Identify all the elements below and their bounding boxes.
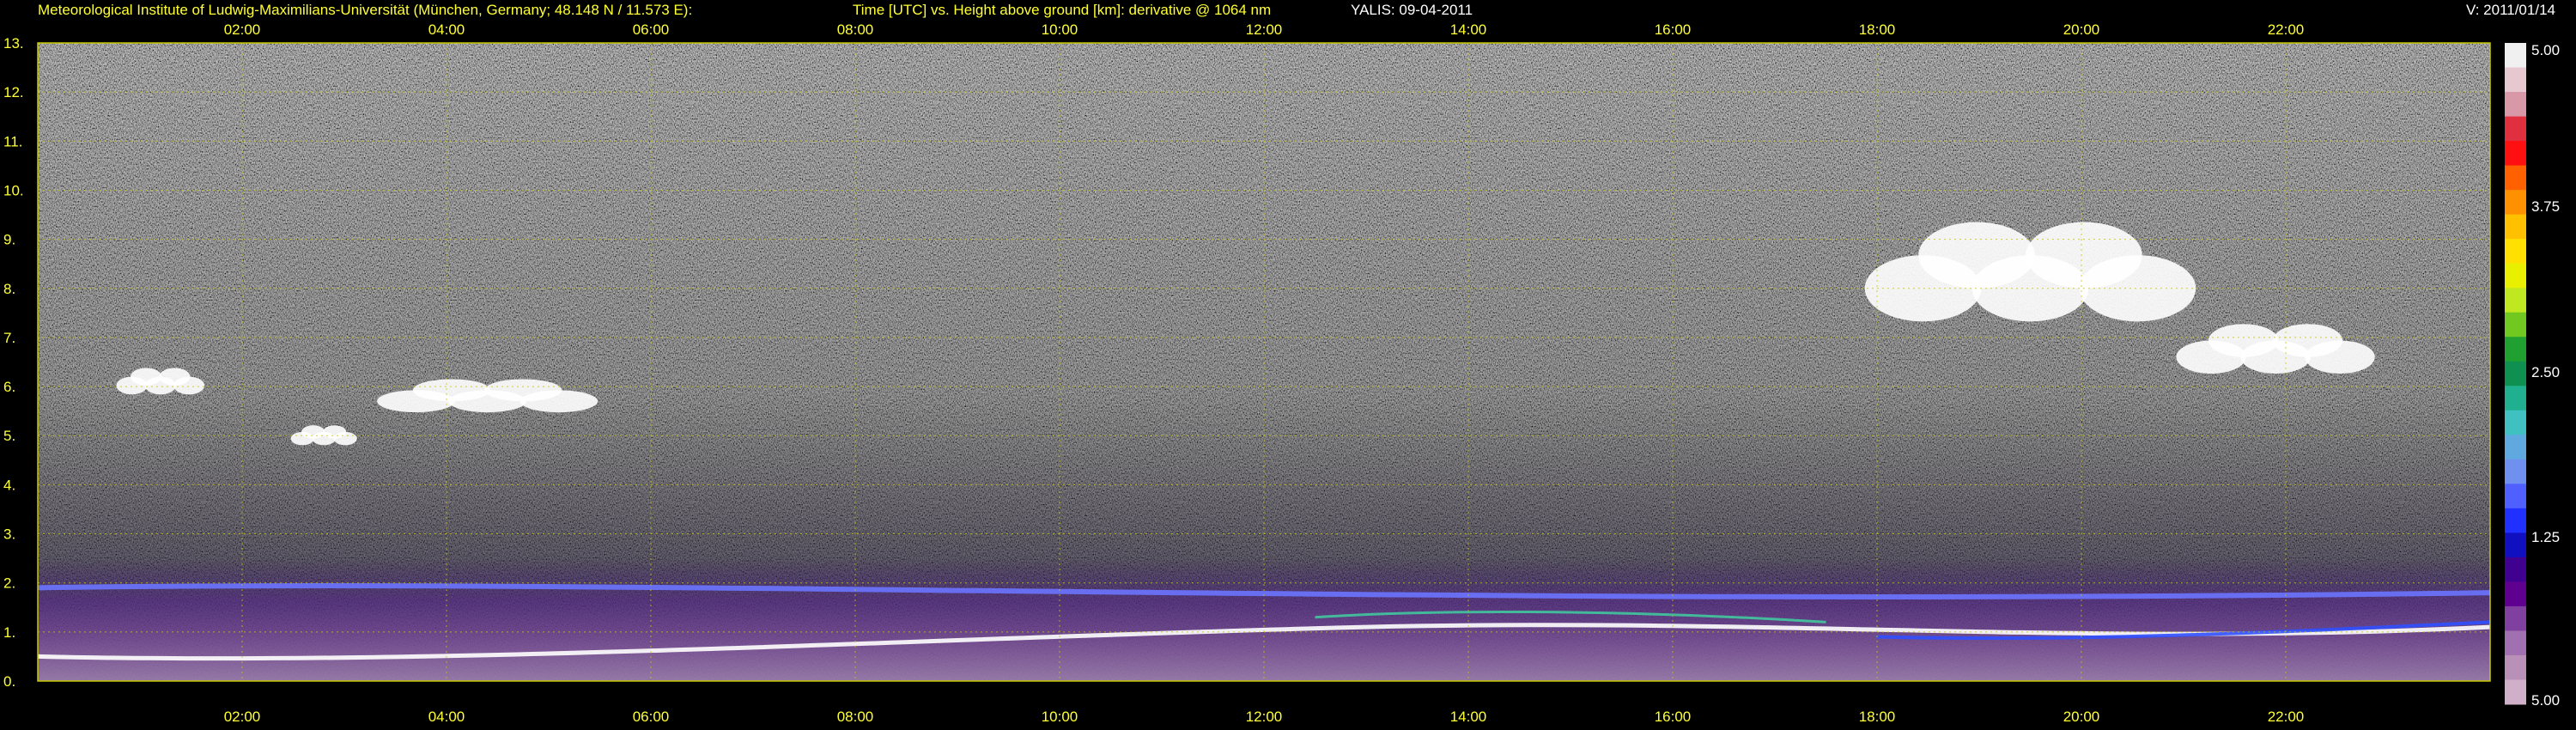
colorbar-segment [2505, 679, 2526, 705]
y-tick-label: 12. [3, 84, 24, 100]
colorbar-segment [2505, 312, 2526, 338]
x-tick-label-top: 20:00 [2063, 21, 2100, 38]
colorbar-segment [2505, 484, 2526, 509]
colorbar-segment [2505, 190, 2526, 216]
colorbar-segment [2505, 165, 2526, 191]
y-tick-label: 10. [3, 182, 24, 198]
x-tick-label-top: 16:00 [1655, 21, 1692, 38]
colorbar-segment [2505, 459, 2526, 484]
colorbar-segment [2505, 141, 2526, 167]
y-tick-label: 13. [3, 35, 24, 52]
colorbar-segment [2505, 581, 2526, 607]
x-tick-label-top: 14:00 [1450, 21, 1487, 38]
x-tick-label-bottom: 22:00 [2268, 709, 2305, 725]
y-tick-label: 0. [3, 673, 15, 690]
x-tick-label-bottom: 18:00 [1859, 709, 1896, 725]
colorbar-segment [2505, 532, 2526, 558]
colorbar-segment [2505, 43, 2526, 69]
colorbar-tick-label: 2.50 [2531, 364, 2560, 380]
colorbar-tick-label: 5.00 [2531, 692, 2560, 709]
colorbar-segment [2505, 508, 2526, 533]
colorbar-segment [2505, 288, 2526, 313]
x-tick-label-top: 10:00 [1042, 21, 1078, 38]
y-tick-label: 1. [3, 624, 15, 641]
cloud-blob [333, 431, 357, 446]
colorbar-segment [2505, 654, 2526, 680]
colorbar-tick-label: 1.25 [2531, 529, 2560, 545]
colorbar-segment [2505, 435, 2526, 460]
x-tick-label-top: 18:00 [1859, 21, 1896, 38]
y-tick-label: 8. [3, 281, 15, 297]
colorbar-segment [2505, 92, 2526, 118]
y-tick-label: 4. [3, 477, 15, 493]
y-tick-label: 3. [3, 526, 15, 543]
x-tick-label-bottom: 04:00 [428, 709, 465, 725]
x-tick-label-top: 04:00 [428, 21, 465, 38]
x-tick-label-top: 08:00 [837, 21, 874, 38]
x-tick-label-bottom: 16:00 [1655, 709, 1692, 725]
x-tick-label-bottom: 12:00 [1246, 709, 1283, 725]
colorbar-tick-label: 3.75 [2531, 198, 2560, 215]
colorbar-segment [2505, 386, 2526, 411]
y-tick-label: 7. [3, 330, 15, 346]
colorbar-segment [2505, 239, 2526, 265]
y-tick-label: 2. [3, 575, 15, 592]
colorbar-segment [2505, 116, 2526, 142]
x-tick-label-top: 02:00 [224, 21, 261, 38]
x-tick-label-bottom: 08:00 [837, 709, 874, 725]
y-tick-label: 5. [3, 428, 15, 444]
y-tick-label: 6. [3, 379, 15, 395]
x-tick-label-bottom: 20:00 [2063, 709, 2100, 725]
colorbar-segment [2505, 605, 2526, 631]
cloud-blob [173, 376, 205, 395]
lidar-chart: 02:00 04:00 06:00 08:00 10:00 12:00 14:00 16:00… [3, 21, 2560, 725]
x-tick-label-bottom: 14:00 [1450, 709, 1487, 725]
cloud-blob [519, 390, 598, 413]
colorbar-segment [2505, 557, 2526, 582]
colorbar-segment [2505, 263, 2526, 289]
colorbar-segment [2505, 67, 2526, 93]
x-tick-label-bottom: 02:00 [224, 709, 261, 725]
x-tick-label-top: 12:00 [1246, 21, 1283, 38]
x-tick-label-top: 06:00 [633, 21, 670, 38]
y-tick-label: 11. [3, 133, 22, 149]
cloud-blob [2305, 340, 2375, 374]
y-tick-label: 9. [3, 232, 15, 248]
colorbar-segment [2505, 630, 2526, 656]
x-tick-label-bottom: 06:00 [633, 709, 670, 725]
colorbar-tick-label: 5.00 [2531, 42, 2560, 58]
colorbar-segment [2505, 410, 2526, 435]
colorbar-segment [2505, 214, 2526, 240]
x-tick-label-bottom: 10:00 [1042, 709, 1078, 725]
colorbar-segment [2505, 361, 2526, 386]
colorbar-segment [2505, 337, 2526, 362]
x-tick-label-top: 22:00 [2268, 21, 2305, 38]
cloud-blob [2079, 255, 2196, 322]
